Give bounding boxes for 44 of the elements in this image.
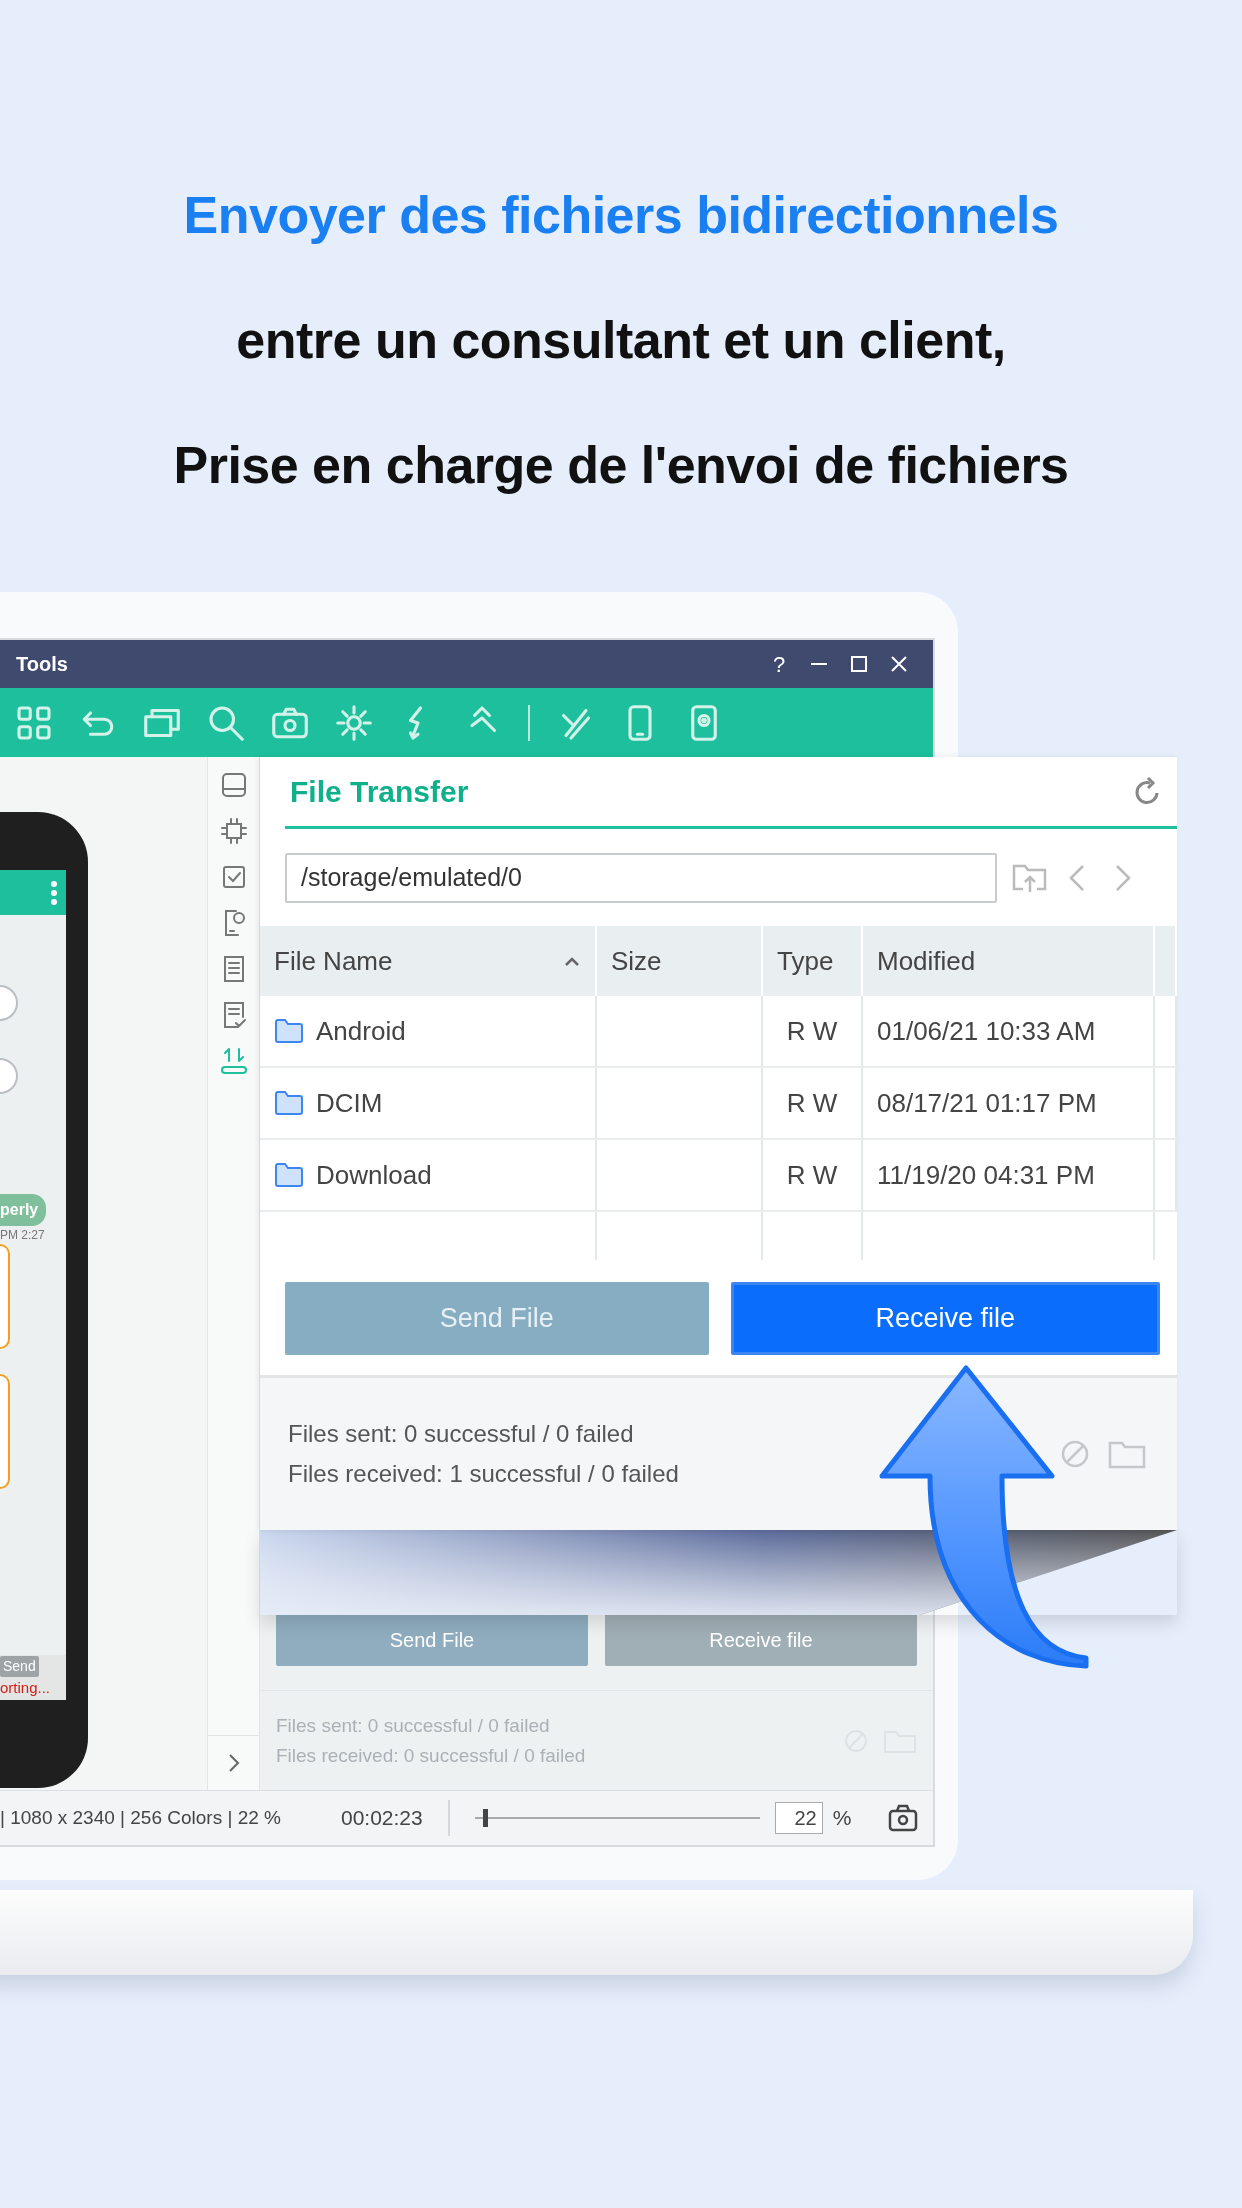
headline-text: Prise en charge de l'envoi de fichiers — [173, 434, 1069, 496]
file-name[interactable]: DCIM — [316, 1083, 383, 1123]
column-header[interactable]: File Name — [260, 926, 597, 996]
table-cell: R W — [763, 996, 863, 1068]
empty-cell — [1155, 1068, 1177, 1140]
column-header[interactable]: Modified — [863, 926, 1155, 996]
zoom-field[interactable]: 22 — [774, 1802, 823, 1834]
table-cell: 08/17/21 01:17 PM — [863, 1068, 1155, 1140]
column-header[interactable]: Size — [597, 926, 763, 996]
column-header[interactable]: Type — [763, 926, 863, 996]
message-time: PM 2:27 — [0, 1227, 46, 1244]
chat-bubble: perly — [0, 1194, 47, 1226]
table-cell: 01/06/21 10:33 AM — [863, 996, 1155, 1068]
table-cell: R W — [763, 1140, 863, 1212]
folder-icon — [274, 1162, 304, 1188]
resolution-text: | 1080 x 2340 | 256 Colors | 22 % — [0, 1805, 281, 1830]
headline-text: Envoyer des fichiers bidirectionnels — [183, 184, 1059, 246]
table-cell: 11/19/20 04:31 PM — [863, 1140, 1155, 1212]
folder-icon — [274, 1018, 304, 1044]
panel-title: File Transfer — [290, 774, 469, 810]
status-text: orting... — [0, 1677, 51, 1698]
folder-icon — [274, 1090, 304, 1116]
headline-text: entre un consultant et un client, — [236, 309, 1006, 371]
camera-icon[interactable] — [887, 1803, 919, 1833]
gear-icon[interactable] — [334, 702, 374, 743]
percent-label: % — [832, 1805, 852, 1832]
cancel-icon[interactable] — [1059, 1438, 1091, 1470]
stats-text: Files sent: 0 successful / 0 failed — [276, 1713, 551, 1738]
path-field[interactable]: /storage/emulated/0 — [285, 852, 997, 903]
more-icon[interactable] — [50, 879, 58, 906]
file-name[interactable]: Download — [316, 1155, 432, 1195]
table-cell: R W — [763, 1068, 863, 1140]
receive-button[interactable]: Receive file — [730, 1282, 1160, 1355]
stats-text: Files received: 0 successful / 0 failed — [276, 1743, 587, 1768]
empty-cell — [1155, 1140, 1177, 1212]
stats-text: Files received: 1 successful / 0 failed — [288, 1459, 680, 1489]
stats-text: Files sent: 0 successful / 0 failed — [288, 1419, 635, 1449]
zoom-slider[interactable] — [474, 1808, 760, 1828]
elapsed-time: 00:02:23 — [341, 1805, 423, 1832]
help-button[interactable]: ? — [759, 644, 799, 684]
window-title: Tools — [16, 652, 68, 677]
sort-caret-icon[interactable] — [563, 955, 581, 967]
file-name[interactable]: Android — [316, 1011, 406, 1051]
slider-thumb[interactable] — [483, 1809, 489, 1827]
